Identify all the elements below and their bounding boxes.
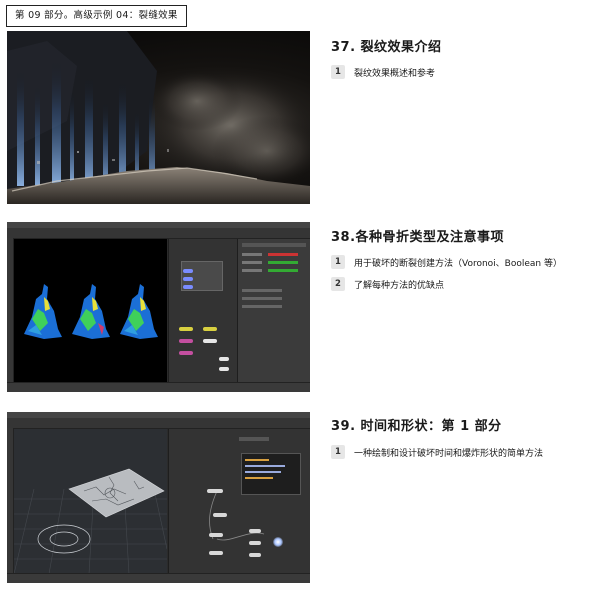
lesson-39-item-1: 1 一种绘制和设计破坏时间和爆炸形状的简单方法 bbox=[331, 445, 543, 459]
chapter-tag: 第 09 部分。高级示例 04：裂缝效果 bbox=[6, 5, 187, 27]
item-number-badge: 1 bbox=[331, 255, 345, 269]
network-editor bbox=[168, 239, 237, 383]
lesson-38-thumbnail[interactable] bbox=[7, 222, 310, 392]
viewport bbox=[14, 239, 167, 382]
item-number-badge: 1 bbox=[331, 445, 345, 459]
timeline bbox=[7, 382, 310, 392]
item-text: 用于破坏的断裂创建方法（Voronoi、Boolean 等） bbox=[354, 258, 562, 269]
timeline bbox=[7, 573, 310, 583]
network-editor bbox=[168, 429, 310, 574]
toolbar bbox=[7, 418, 310, 429]
parameter-panel bbox=[237, 239, 310, 383]
timing-shape-viewport bbox=[13, 468, 168, 575]
item-number-badge: 2 bbox=[331, 277, 345, 291]
lesson-37-thumbnail[interactable] bbox=[7, 31, 310, 204]
item-text: 裂纹效果概述和参考 bbox=[354, 68, 436, 79]
lesson-38-title: 38.各种骨折类型及注意事项 bbox=[331, 230, 505, 245]
item-number-badge: 1 bbox=[331, 65, 345, 79]
viewport bbox=[13, 429, 168, 575]
lesson-37-title: 37. 裂纹效果介绍 bbox=[331, 40, 442, 55]
toolbar bbox=[7, 228, 310, 239]
tool-strip bbox=[7, 428, 14, 574]
lesson-38-item-2: 2 了解每种方法的优缺点 bbox=[331, 277, 444, 291]
lesson-39-title: 39. 时间和形状：第 1 部分 bbox=[331, 419, 502, 434]
item-text: 一种绘制和设计破坏时间和爆炸形状的简单方法 bbox=[354, 448, 544, 459]
fractured-statues bbox=[24, 284, 158, 339]
node-wires bbox=[209, 490, 265, 541]
crack-effect-render bbox=[7, 31, 310, 204]
item-text: 了解每种方法的优缺点 bbox=[354, 280, 445, 291]
lesson-38-item-1: 1 用于破坏的断裂创建方法（Voronoi、Boolean 等） bbox=[331, 255, 562, 269]
lesson-39-thumbnail[interactable] bbox=[7, 412, 310, 583]
lesson-37-item-1: 1 裂纹效果概述和参考 bbox=[331, 65, 435, 79]
tool-strip bbox=[7, 238, 14, 383]
